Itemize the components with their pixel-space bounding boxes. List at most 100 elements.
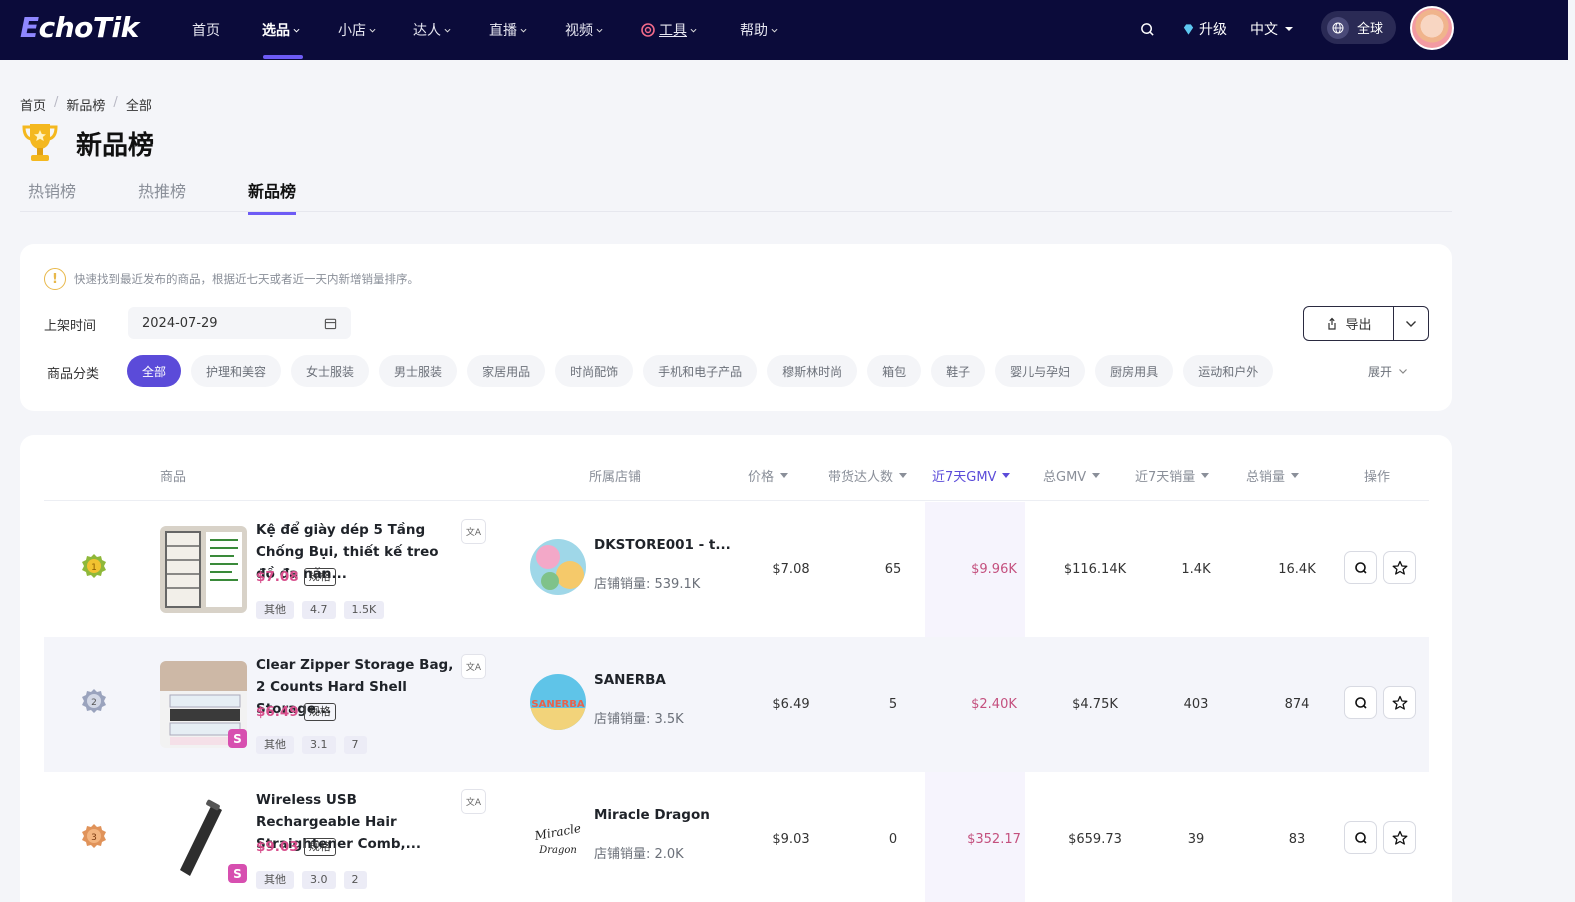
spec-button[interactable]: 规格 (303, 838, 336, 856)
upgrade-button[interactable]: 升级 (1182, 18, 1227, 40)
export-button[interactable]: 导出 (1304, 307, 1394, 340)
translate-icon[interactable]: 文A (461, 654, 486, 679)
openai-icon (641, 23, 655, 37)
shop-name[interactable]: DKSTORE001 - t... (594, 537, 731, 553)
header-gmv-7d[interactable]: 近7天GMV (932, 466, 1011, 485)
nav-product-selection[interactable]: 选品 (262, 20, 300, 40)
svg-text:SANERBA: SANERBA (531, 699, 584, 710)
category-chip[interactable]: 穆斯林时尚 (767, 355, 858, 387)
chevron-down-icon (369, 28, 376, 33)
shop-logo[interactable]: Miracle Dragon (530, 809, 586, 865)
category-chip[interactable]: 运动和户外 (1183, 355, 1274, 387)
user-avatar[interactable] (1410, 6, 1454, 50)
category-chip[interactable]: 婴儿与孕妇 (995, 355, 1086, 387)
table-row[interactable]: 3 S Wireless USB Rechargeable Hair Strai… (44, 772, 1429, 902)
category-chip[interactable]: 家居用品 (467, 355, 546, 387)
category-chip-all[interactable]: 全部 (127, 355, 182, 387)
creators-cell: 65 (884, 562, 902, 577)
sales-7d-cell: 39 (1187, 832, 1205, 847)
spec-button[interactable]: 规格 (303, 703, 336, 721)
tab-hot-promoted[interactable]: 热推榜 (138, 178, 186, 215)
category-chip[interactable]: 厨房用具 (1095, 355, 1174, 387)
favorite-button[interactable] (1383, 821, 1416, 854)
translate-icon[interactable]: 文A (461, 519, 486, 544)
tab-new-products[interactable]: 新品榜 (248, 178, 297, 215)
creators-cell: 0 (888, 832, 898, 847)
detail-button[interactable] (1344, 821, 1377, 854)
category-chips: 全部 护理和美容 女士服装 男士服装 家居用品 时尚配饰 手机和电子产品 穆斯林… (127, 355, 1274, 387)
category-chip[interactable]: 女士服装 (291, 355, 370, 387)
category-chip[interactable]: 鞋子 (931, 355, 986, 387)
nav-home[interactable]: 首页 (192, 20, 220, 40)
header-creators[interactable]: 带货达人数 (828, 466, 908, 485)
nav-tools[interactable]: 工具 (640, 20, 697, 40)
detail-button[interactable] (1344, 686, 1377, 719)
nav-live[interactable]: 直播 (489, 20, 527, 40)
table-header: 商品 所属店铺 价格 带货达人数 近7天GMV 总GMV 近7天销量 总销量 操… (44, 460, 1429, 501)
breadcrumb-new-products[interactable]: 新品榜 (66, 95, 105, 114)
detail-button[interactable] (1344, 551, 1377, 584)
nav-active-indicator (263, 55, 303, 59)
date-picker[interactable]: 2024-07-29 (128, 307, 351, 339)
product-tags: 其他 4.7 1.5K (256, 601, 385, 619)
nav-help[interactable]: 帮助 (740, 20, 778, 40)
svg-text:Dragon: Dragon (538, 845, 577, 856)
trophy-icon (22, 124, 58, 161)
nav-creators[interactable]: 达人 (413, 20, 451, 40)
gmv-total-cell: $4.75K (1072, 697, 1118, 712)
gmv-total-cell: $116.14K (1063, 562, 1127, 577)
bronze-medal-icon: 3 (82, 824, 106, 848)
nav-shops[interactable]: 小店 (338, 20, 376, 40)
shop-sales: 店铺销量: 3.5K (594, 712, 684, 727)
table-row[interactable]: 2 S Clear Zipper Storage Bag, 2 Counts H… (44, 637, 1429, 772)
price-cell: $9.03 (772, 832, 810, 847)
expand-categories-button[interactable]: 展开 (1368, 363, 1408, 380)
category-chip[interactable]: 箱包 (867, 355, 922, 387)
product-table: 商品 所属店铺 价格 带货达人数 近7天GMV 总GMV 近7天销量 总销量 操… (20, 435, 1452, 902)
translate-icon[interactable]: 文A (461, 789, 486, 814)
category-chip[interactable]: 护理和美容 (191, 355, 282, 387)
category-chip[interactable]: 男士服装 (379, 355, 458, 387)
breadcrumb: 首页 / 新品榜 / 全部 (20, 95, 152, 114)
echotik-logo[interactable]: EchoTik (20, 11, 139, 44)
export-dropdown-button[interactable] (1394, 307, 1428, 340)
breadcrumb-all: 全部 (125, 99, 152, 114)
language-select[interactable]: 中文 (1250, 18, 1296, 40)
circle-icon (1354, 561, 1367, 574)
favorite-button[interactable] (1383, 551, 1416, 584)
date-label: 上架时间 (44, 319, 97, 334)
filter-panel: ! 快速找到最近发布的商品，根据近七天或者近一天内新增销量排序。 上架时间 20… (20, 244, 1452, 411)
shop-badge-icon: S (228, 864, 247, 883)
search-button[interactable] (1140, 18, 1155, 40)
sort-caret-icon (899, 473, 908, 478)
header-price[interactable]: 价格 (748, 466, 789, 485)
product-price: $7.08 (256, 569, 299, 585)
tab-hot-selling[interactable]: 热销榜 (28, 178, 76, 215)
region-select[interactable]: 全球 (1321, 11, 1396, 44)
nav-videos[interactable]: 视频 (565, 20, 603, 40)
table-row[interactable]: 1 Kệ để giày dép 5 Tầng Chống Bụi, thiết… (44, 502, 1429, 637)
gmv-total-cell: $659.73 (1068, 832, 1122, 847)
favorite-button[interactable] (1383, 686, 1416, 719)
product-image[interactable] (160, 526, 247, 613)
header-sales-7d[interactable]: 近7天销量 (1135, 466, 1210, 485)
shop-name[interactable]: SANERBA (594, 672, 666, 688)
gmv-7d-cell: $9.96K (971, 562, 1017, 577)
shop-logo[interactable] (530, 539, 586, 595)
gmv-7d-cell: $2.40K (971, 697, 1017, 712)
header-gmv-total[interactable]: 总GMV (1043, 466, 1101, 485)
category-chip[interactable]: 手机和电子产品 (643, 355, 758, 387)
export-icon (1328, 317, 1337, 330)
breadcrumb-home[interactable]: 首页 (20, 95, 46, 114)
product-price: $9.03 (256, 839, 299, 855)
header-actions: 操作 (1364, 470, 1391, 485)
gold-medal-icon: 1 (82, 554, 106, 578)
spec-button[interactable]: 规格 (303, 568, 336, 586)
category-chip[interactable]: 时尚配饰 (555, 355, 634, 387)
shop-logo[interactable]: SANERBA (530, 674, 586, 730)
sort-caret-icon (1291, 473, 1300, 478)
shop-name[interactable]: Miracle Dragon (594, 807, 710, 823)
page-header: 新品榜 (22, 122, 154, 164)
header-sales-total[interactable]: 总销量 (1246, 466, 1300, 485)
sort-caret-icon (780, 473, 789, 478)
